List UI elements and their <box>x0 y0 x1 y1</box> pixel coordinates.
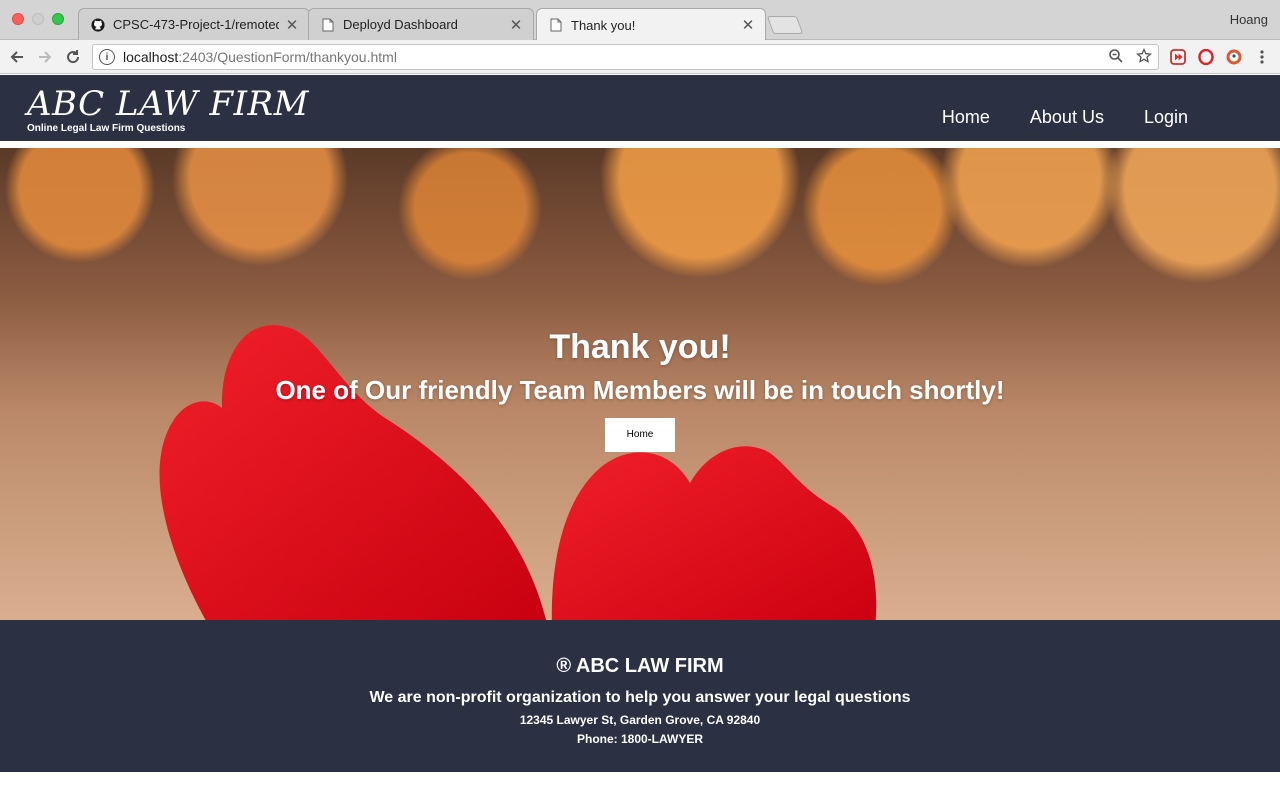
document-icon <box>549 18 563 32</box>
opera-extension-icon[interactable] <box>1197 48 1215 66</box>
url-path: :2403/QuestionForm/thankyou.html <box>178 49 397 65</box>
forward-arrow-icon[interactable] <box>34 46 56 68</box>
nav-about-link[interactable]: About Us <box>1030 107 1104 128</box>
omnibox-actions <box>1108 47 1153 69</box>
info-icon[interactable]: i <box>99 49 115 65</box>
window-minimize-button[interactable] <box>32 13 44 25</box>
menu-dots-icon[interactable] <box>1253 48 1271 66</box>
footer-address: 12345 Lawyer St, Garden Grove, CA 92840 <box>519 713 761 727</box>
tab-title: Thank you! <box>571 17 636 33</box>
site-header: ABC LAW FIRM Online Legal Law Firm Quest… <box>0 75 1280 141</box>
browser-tab-github[interactable]: CPSC-473-Project-1/remoted ✕ <box>78 8 310 40</box>
browser-tab-bar: CPSC-473-Project-1/remoted ✕ Deployd Das… <box>0 0 1280 41</box>
browser-toolbar: i localhost:2403/QuestionForm/thankyou.h… <box>0 40 1280 74</box>
right-heart-image <box>551 446 877 620</box>
home-button[interactable]: Home <box>605 418 675 452</box>
hero-content: Thank you! One of Our friendly Team Memb… <box>0 326 1280 452</box>
footer-phone: Phone: 1800-LAWYER <box>576 732 704 746</box>
url-text: localhost:2403/QuestionForm/thankyou.htm… <box>123 49 397 65</box>
tab-title: CPSC-473-Project-1/remoted <box>113 17 279 32</box>
extension-red-icon[interactable] <box>1169 48 1187 66</box>
site-footer: ® ABC LAW FIRM We are non-profit organiz… <box>0 620 1280 772</box>
zoom-icon[interactable] <box>1108 48 1124 69</box>
hero-banner: Thank you! One of Our friendly Team Memb… <box>0 148 1280 620</box>
brand-tagline: Online Legal Law Firm Questions <box>27 123 186 134</box>
bookmark-star-icon[interactable] <box>1135 47 1153 69</box>
close-icon[interactable]: ✕ <box>285 16 299 34</box>
document-icon <box>321 18 335 32</box>
close-icon[interactable]: ✕ <box>741 16 755 34</box>
brand-logo[interactable]: ABC LAW FIRM <box>27 85 309 123</box>
hero-title: Thank you! <box>549 328 731 366</box>
reload-icon[interactable] <box>62 46 84 68</box>
address-bar[interactable]: i localhost:2403/QuestionForm/thankyou.h… <box>92 44 1159 70</box>
main-nav: Home About Us Login <box>942 107 1188 128</box>
footer-description: We are non-profit organization to help y… <box>369 689 911 706</box>
hero-subtitle: One of Our friendly Team Members will be… <box>275 375 1005 405</box>
header-divider <box>0 141 1280 148</box>
profile-name[interactable]: Hoang <box>1230 12 1268 27</box>
window-zoom-button[interactable] <box>52 13 64 25</box>
footer-title: ® ABC LAW FIRM <box>556 655 724 677</box>
browser-tab-deployd[interactable]: Deployd Dashboard ✕ <box>308 8 534 40</box>
tab-title: Deployd Dashboard <box>343 17 458 32</box>
url-host: localhost <box>123 49 179 65</box>
browser-tab-thankyou[interactable]: Thank you! ✕ <box>536 8 766 41</box>
back-arrow-icon[interactable] <box>6 46 28 68</box>
close-icon[interactable]: ✕ <box>509 16 523 34</box>
nav-home-link[interactable]: Home <box>942 107 990 128</box>
new-tab-button[interactable] <box>766 16 804 34</box>
github-icon <box>91 17 105 32</box>
duckduckgo-extension-icon[interactable] <box>1225 48 1243 66</box>
window-close-button[interactable] <box>12 13 24 25</box>
nav-login-link[interactable]: Login <box>1144 107 1188 128</box>
